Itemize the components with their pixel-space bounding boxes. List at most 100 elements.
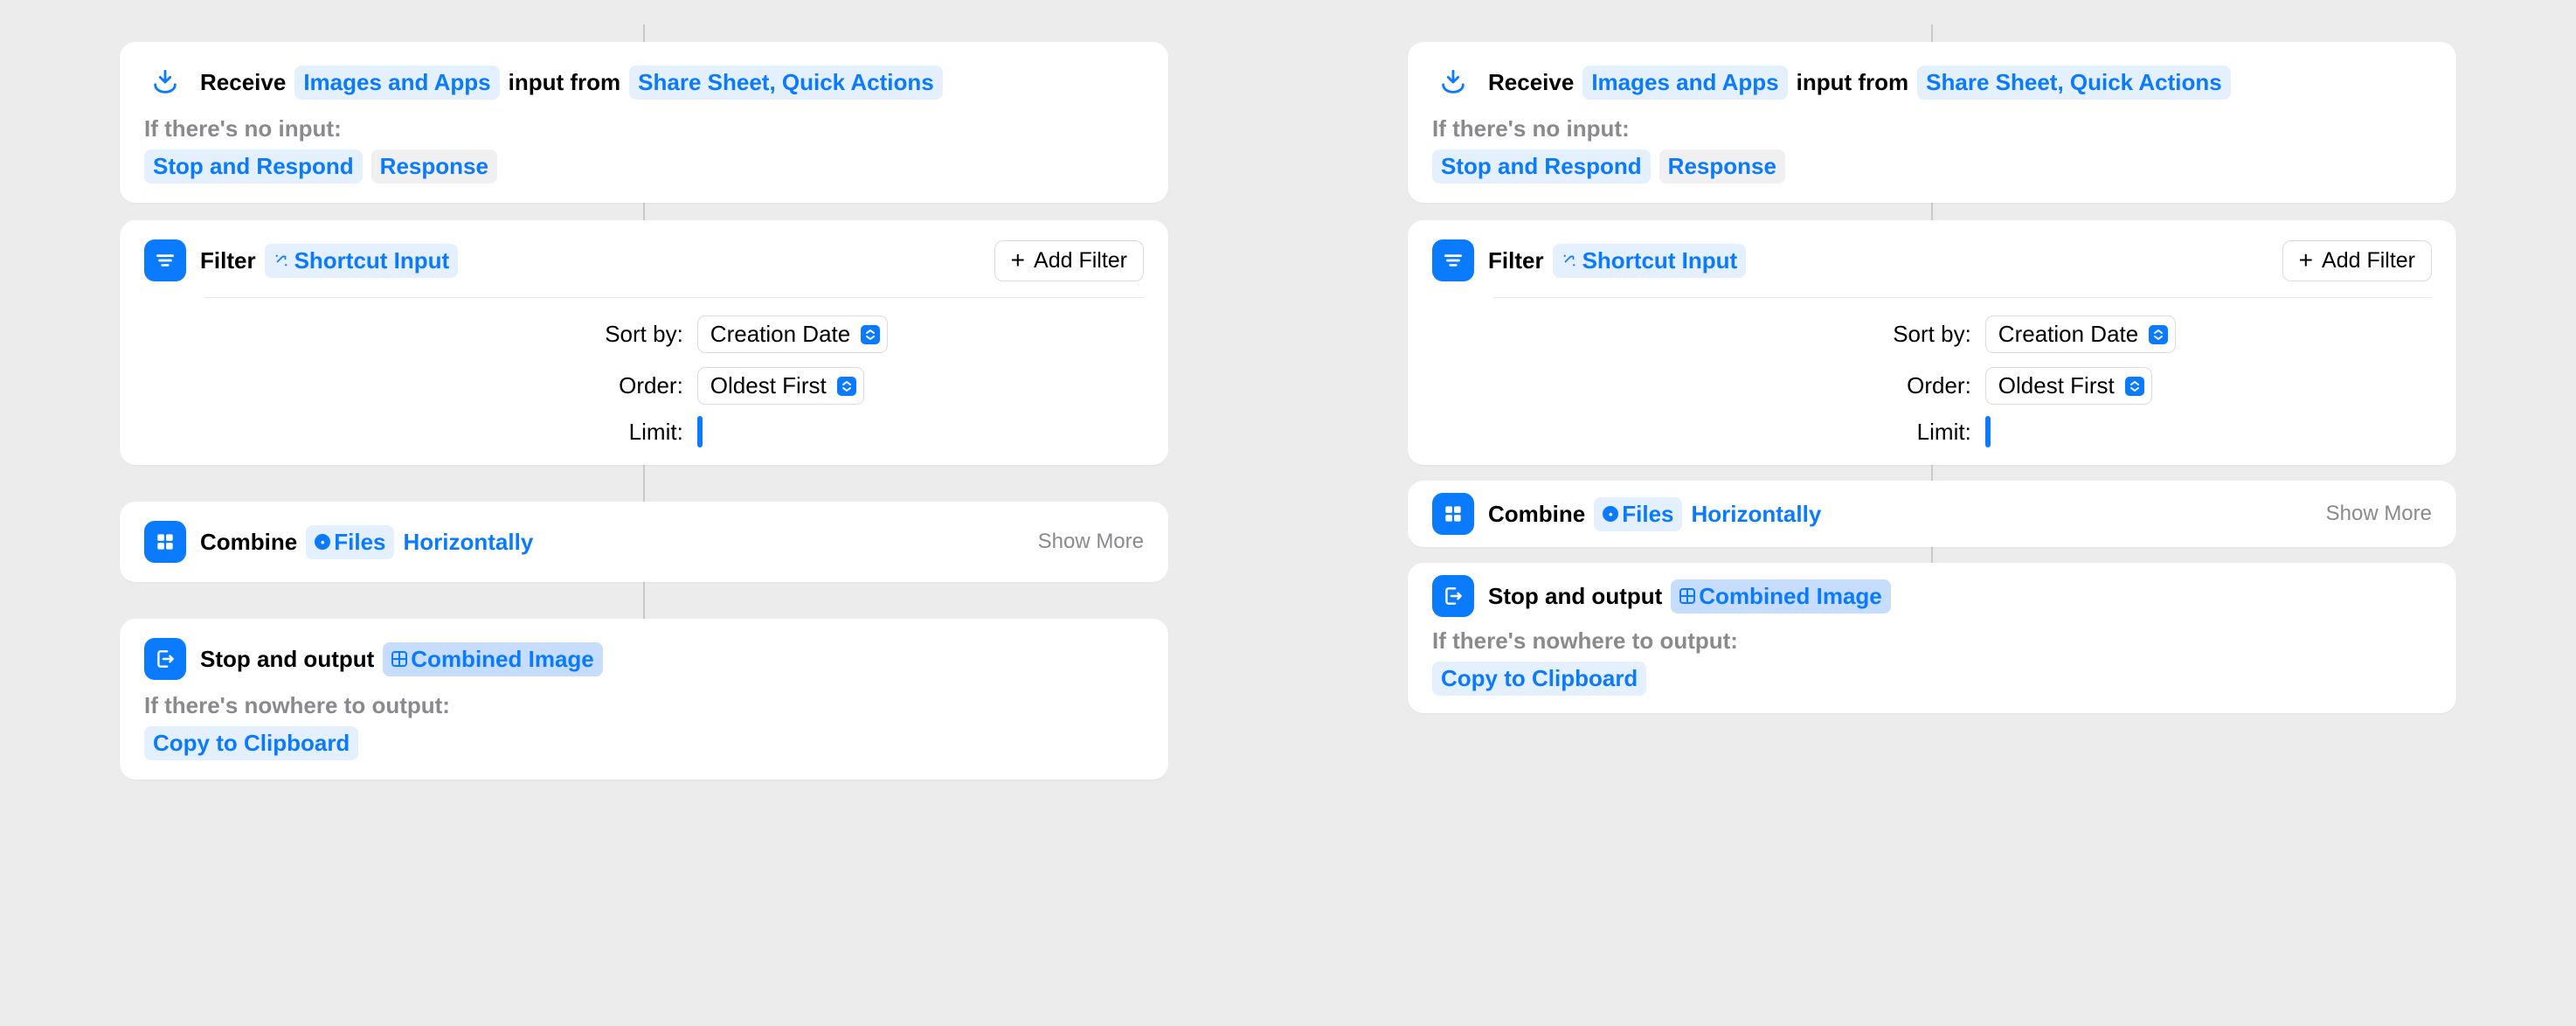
combine-row: Combine •Files Horizontally Show More xyxy=(144,521,1144,563)
receive-title: Receive xyxy=(200,69,286,96)
receive-middle-text: input from xyxy=(509,69,621,96)
combine-title: Combine xyxy=(200,529,297,556)
order-select[interactable]: Oldest First xyxy=(1985,367,2152,405)
no-input-label: If there's no input: xyxy=(144,115,1144,142)
receive-card[interactable]: Receive Images and Apps input from Share Sh… xyxy=(120,42,1168,203)
filter-divider xyxy=(205,297,1144,298)
limit-label: Limit: xyxy=(1893,419,1971,446)
receive-header-row: Receive Images and Apps input from Share Sh… xyxy=(1432,61,2432,103)
output-fallback-token[interactable]: Copy to Clipboard xyxy=(1432,662,1646,696)
add-filter-button[interactable]: +Add Filter xyxy=(994,240,1144,281)
workflow-connector xyxy=(643,582,645,619)
combine-files-token[interactable]: •Files xyxy=(306,525,394,559)
no-input-label: If there's no input: xyxy=(1432,115,2432,142)
receive-card[interactable]: Receive Images and Apps input from Share Sh… xyxy=(1408,42,2456,203)
variable-dot-icon: • xyxy=(1603,506,1618,522)
output-title: Stop and output xyxy=(200,646,374,673)
combine-mode-token[interactable]: Horizontally xyxy=(1691,497,1821,531)
output-header-row: Stop and output Combined Image xyxy=(144,638,1144,680)
magic-var-icon xyxy=(1562,247,1577,274)
receive-icon xyxy=(144,61,186,103)
workflow-connector xyxy=(1931,465,1933,481)
sort-by-label: Sort by: xyxy=(605,321,683,348)
output-card[interactable]: Stop and output Combined Image If there's … xyxy=(1408,563,2456,713)
order-label: Order: xyxy=(1893,372,1971,399)
select-stepper-icon xyxy=(2149,325,2168,344)
receive-middle-text: input from xyxy=(1797,69,1909,96)
image-result-icon xyxy=(1679,588,1695,604)
nowhere-output-label: If there's nowhere to output: xyxy=(144,692,1144,719)
output-fallback-token[interactable]: Copy to Clipboard xyxy=(144,726,358,760)
show-more-button[interactable]: Show More xyxy=(1038,530,1144,554)
workflow-connector xyxy=(643,24,645,42)
filter-divider xyxy=(1493,297,2432,298)
filter-icon xyxy=(144,239,186,281)
no-input-row: Stop and RespondResponse xyxy=(144,149,1144,184)
no-input-action-token[interactable]: Stop and Respond xyxy=(144,149,363,184)
output-header-row: Stop and output Combined Image xyxy=(1432,575,2432,617)
nowhere-output-label: If there's nowhere to output: xyxy=(1432,627,2432,655)
output-fallback-row: Copy to Clipboard xyxy=(1432,662,2432,696)
select-stepper-icon xyxy=(861,325,880,344)
filter-title: Filter xyxy=(1488,247,1544,274)
show-more-button[interactable]: Show More xyxy=(2326,502,2432,526)
no-input-response-token[interactable]: Response xyxy=(1659,149,1785,184)
shortcut-editor-pane: Receive Images and Apps input from Share Sh… xyxy=(1288,0,2576,1026)
order-select[interactable]: Oldest First xyxy=(697,367,864,405)
sort-by-select[interactable]: Creation Date xyxy=(1985,315,2176,353)
filter-param-token[interactable]: Shortcut Input xyxy=(265,244,459,278)
combine-icon xyxy=(144,521,186,563)
receive-sources-token[interactable]: Share Sheet, Quick Actions xyxy=(629,66,943,100)
magic-var-icon xyxy=(274,247,289,274)
workflow-connector xyxy=(1931,24,1933,42)
output-param-token[interactable]: Combined Image xyxy=(1671,579,1890,614)
select-stepper-icon xyxy=(2125,377,2144,396)
filter-param-token[interactable]: Shortcut Input xyxy=(1553,244,1747,278)
output-title: Stop and output xyxy=(1488,583,1662,610)
plus-icon: + xyxy=(2299,248,2313,273)
filter-header-row: Filter Shortcut Input +Add Filter xyxy=(1432,239,2432,281)
no-input-row: Stop and RespondResponse xyxy=(1432,149,2432,184)
output-param-token[interactable]: Combined Image xyxy=(383,642,602,676)
workflow-connector xyxy=(1931,203,1933,220)
combine-row: Combine •Files Horizontally Show More xyxy=(1432,493,2432,535)
receive-header-row: Receive Images and Apps input from Share Sh… xyxy=(144,61,1144,103)
combine-title: Combine xyxy=(1488,501,1585,528)
filter-card[interactable]: Filter Shortcut Input +Add Filter Sort by: C… xyxy=(1408,220,2456,465)
workflow-connector xyxy=(643,203,645,220)
combine-mode-token[interactable]: Horizontally xyxy=(403,525,533,559)
receive-sources-token[interactable]: Share Sheet, Quick Actions xyxy=(1917,66,2231,100)
filter-icon xyxy=(1432,239,1474,281)
limit-label: Limit: xyxy=(605,419,683,446)
shortcut-editor-pane: Receive Images and Apps input from Share Sh… xyxy=(0,0,1288,1026)
receive-types-token[interactable]: Images and Apps xyxy=(294,66,499,100)
receive-icon xyxy=(1432,61,1474,103)
output-icon xyxy=(1432,575,1474,617)
no-input-action-token[interactable]: Stop and Respond xyxy=(1432,149,1651,184)
order-label: Order: xyxy=(605,372,683,399)
workflow-column: Receive Images and Apps input from Share Sh… xyxy=(120,24,1168,780)
output-card[interactable]: Stop and output Combined Image If there's … xyxy=(120,619,1168,780)
combine-icon xyxy=(1432,493,1474,535)
limit-checkbox[interactable] xyxy=(1985,416,1991,447)
filter-header-row: FilterShortcut Input+Add Filter xyxy=(144,239,1144,281)
receive-title: Receive xyxy=(1488,69,1574,96)
receive-types-token[interactable]: Images and Apps xyxy=(1582,66,1787,100)
filter-card[interactable]: FilterShortcut Input+Add FilterSort by:C… xyxy=(120,220,1168,465)
image-result-icon xyxy=(391,651,407,667)
sort-by-label: Sort by: xyxy=(1893,321,1971,348)
variable-dot-icon: • xyxy=(315,534,330,550)
add-filter-button[interactable]: +Add Filter xyxy=(2282,240,2432,281)
no-input-response-token[interactable]: Response xyxy=(371,149,497,184)
output-icon xyxy=(144,638,186,680)
combine-card[interactable]: Combine •Files Horizontally Show More xyxy=(120,502,1168,582)
workflow-connector xyxy=(643,465,645,502)
workflow-column: Receive Images and Apps input from Share Sh… xyxy=(1408,24,2456,713)
filter-form: Sort by: Creation Date Order: Oldest First L… xyxy=(144,315,1144,446)
limit-checkbox[interactable] xyxy=(697,416,703,447)
sort-by-select[interactable]: Creation Date xyxy=(697,315,888,353)
combine-card[interactable]: Combine •Files Horizontally Show More xyxy=(1408,481,2456,547)
combine-files-token[interactable]: •Files xyxy=(1594,497,1682,531)
output-fallback-row: Copy to Clipboard xyxy=(144,726,1144,760)
plus-icon: + xyxy=(1011,248,1025,273)
